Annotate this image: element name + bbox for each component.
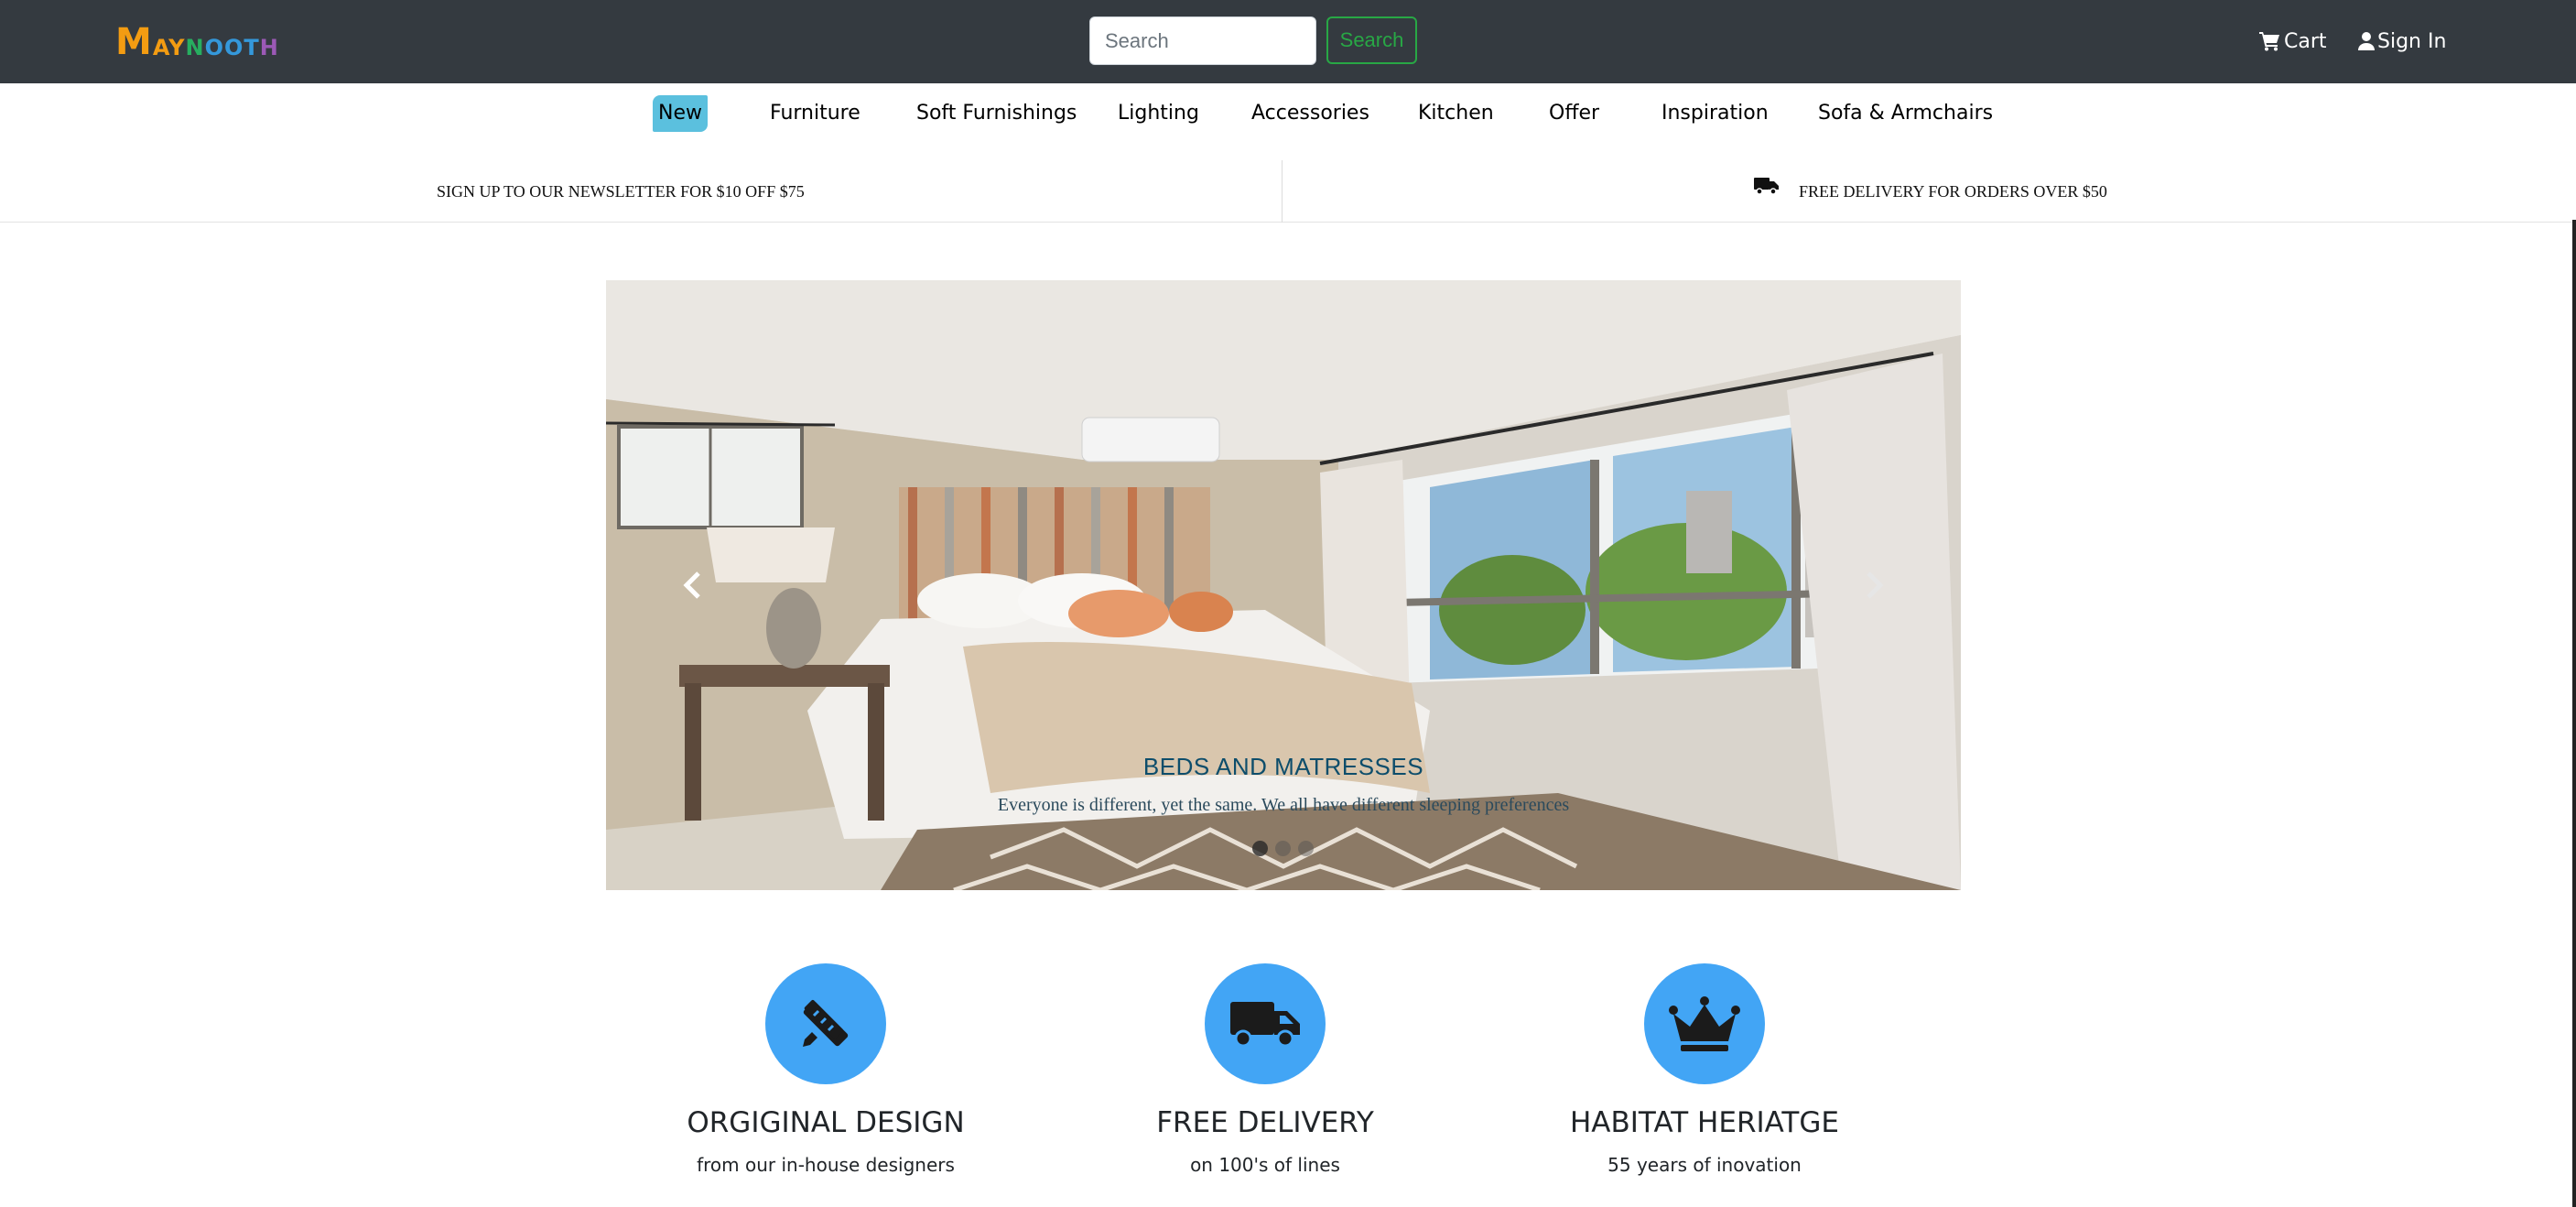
promo-strip: SIGN UP TO OUR NEWSLETTER FOR $10 OFF $7… <box>0 144 2576 223</box>
logo-letters-oot: OOT <box>204 35 260 60</box>
cart-link[interactable]: Cart <box>2259 26 2327 57</box>
nav-item-new[interactable]: New <box>653 95 708 132</box>
chevron-right-icon <box>1867 571 1884 599</box>
nav-item-soft-furnishings[interactable]: Soft Furnishings <box>916 95 1077 132</box>
window-edge <box>2572 220 2576 1207</box>
free-delivery-promo: FREE DELIVERY FOR ORDERS OVER $50 <box>1799 182 2107 201</box>
carousel-indicator-3[interactable] <box>1298 841 1314 856</box>
top-header: M AY N OOT H Search Cart Sign In <box>0 0 2576 83</box>
slide-title: BEDS AND MATRESSES <box>1142 753 1424 780</box>
nav-item-lighting[interactable]: Lighting <box>1118 95 1199 132</box>
cart-label: Cart <box>2284 29 2327 53</box>
delivery-truck-icon <box>1754 178 1779 195</box>
nav-item-inspiration[interactable]: Inspiration <box>1661 95 1769 132</box>
carousel-prev-button[interactable] <box>674 564 710 606</box>
chevron-left-icon <box>683 571 700 599</box>
logo-letter-m: M <box>115 21 153 63</box>
carousel-indicator-1[interactable] <box>1252 841 1268 856</box>
sign-in-label: Sign In <box>2377 29 2447 53</box>
feature-subtitle: from our in-house designers <box>697 1154 955 1176</box>
pencil-ruler-icon <box>803 999 849 1047</box>
category-nav: New Furniture Soft Furnishings Lighting … <box>0 83 2576 144</box>
logo-letter-h: H <box>259 35 279 60</box>
logo-letters-ay: AY <box>152 35 186 60</box>
nav-item-sofa-armchairs[interactable]: Sofa & Armchairs <box>1818 95 1993 132</box>
feature-icon-circle <box>1644 963 1765 1084</box>
feature-title: HABITAT HERIATGE <box>1570 1106 1839 1139</box>
nav-item-furniture[interactable]: Furniture <box>770 95 860 132</box>
nav-item-offer[interactable]: Offer <box>1549 95 1599 132</box>
carousel-indicator-2[interactable] <box>1275 841 1291 856</box>
logo-letter-n: N <box>185 35 205 60</box>
search-input[interactable] <box>1089 16 1316 65</box>
feature-icon-circle <box>765 963 886 1084</box>
feature-original-design: ORGIGINAL DESIGN from our in-house desig… <box>643 963 1009 1176</box>
truck-icon <box>1230 1002 1300 1048</box>
cart-icon <box>2259 32 2279 51</box>
carousel-next-button[interactable] <box>1856 564 1893 606</box>
feature-title: FREE DELIVERY <box>1156 1106 1374 1139</box>
search-button[interactable]: Search <box>1326 16 1417 64</box>
hero-carousel[interactable]: BEDS AND MATRESSES Everyone is different… <box>606 280 1961 890</box>
sign-in-link[interactable]: Sign In <box>2358 26 2446 57</box>
slide-subtitle: Everyone is different, yet the same. We … <box>997 795 1570 815</box>
feature-habitat-heritage: HABITAT HERIATGE 55 years of inovation <box>1521 963 1888 1176</box>
logo[interactable]: M AY N OOT H <box>115 24 279 60</box>
nav-item-accessories[interactable]: Accessories <box>1251 95 1369 132</box>
newsletter-promo[interactable]: SIGN UP TO OUR NEWSLETTER FOR $10 OFF $7… <box>437 182 805 201</box>
feature-subtitle: on 100's of lines <box>1190 1154 1340 1176</box>
user-icon <box>2358 32 2375 50</box>
crown-icon <box>1669 996 1740 1051</box>
feature-subtitle: 55 years of inovation <box>1607 1154 1802 1176</box>
carousel-indicators <box>1252 841 1314 856</box>
feature-title: ORGIGINAL DESIGN <box>687 1106 965 1139</box>
promo-divider <box>1282 160 1283 223</box>
nav-item-kitchen[interactable]: Kitchen <box>1418 95 1494 132</box>
feature-icon-circle <box>1205 963 1326 1084</box>
feature-free-delivery: FREE DELIVERY on 100's of lines <box>1082 963 1448 1176</box>
